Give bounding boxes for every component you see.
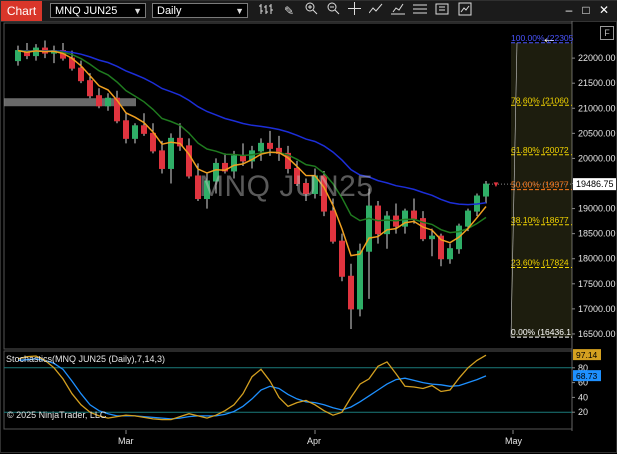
fib-level-label: 78.60% (21060 [511,95,569,105]
stoch-d-value: 68.73 [576,371,598,381]
chart-window: Chart MNQ JUN25 ▼ Daily ▼ ✎ – □ ✕ F 100.… [0,0,617,453]
date-tick-label: Mar [118,436,134,446]
price-tick-label: 17500.00 [578,279,616,289]
candle-body [186,145,192,177]
chart-canvas[interactable]: 100.00% (2230578.60% (2106061.80% (20072… [1,1,617,454]
candle-body [483,183,489,197]
osc-tick-label: 40 [578,392,588,402]
candle-body [366,205,372,252]
osc-tick-label: 20 [578,407,588,417]
candle-body [357,250,363,310]
candle-body [96,95,102,107]
date-tick-label: Apr [307,436,321,446]
candle-body [150,132,156,152]
candle-body [339,240,345,277]
instrument-watermark: MNQ JUN25 [199,170,374,203]
candle-body [15,50,21,62]
fib-handle-arrow-icon[interactable]: ← [541,31,557,47]
fib-level-label: 61.80% (20072 [511,145,569,155]
copyright-text: © 2025 NinjaTrader, LLC [7,410,107,420]
candle-body [429,235,435,240]
price-tick-label: 18000.00 [578,254,616,264]
price-tick-label: 16500.00 [578,329,616,339]
oscillator-title: Stochastics(MNQ JUN25 (Daily),7,14,3) [6,354,166,364]
candle-body [132,125,138,139]
price-tick-label: 20500.00 [578,128,616,138]
ma-mid-line [17,49,487,234]
candle-body [267,142,273,149]
candle-body [258,142,264,152]
candle-body [348,275,354,310]
price-tick-label: 21500.00 [578,78,616,88]
candle-body [141,125,147,134]
stoch-k-value: 97.14 [576,350,598,360]
last-price-arrow-icon: ▼ [492,180,500,189]
candle-body [465,210,471,227]
fib-level-label: 23.60% (17824 [511,258,569,268]
price-tick-label: 21000.00 [578,103,616,113]
price-tick-label: 17000.00 [578,304,616,314]
candle-body [411,210,417,220]
candle-body [159,150,165,169]
price-tick-label: 22000.00 [578,53,616,63]
fib-level-label: 50.00% (19377 [511,180,569,190]
candle-body [78,67,84,82]
candle-body [330,210,336,242]
price-tick-label: 19000.00 [578,204,616,214]
candle-body [123,120,129,139]
date-tick-label: May [505,436,523,446]
last-price-label: 19486.75 [576,179,614,189]
candle-body [105,97,111,107]
price-tick-label: 20000.00 [578,153,616,163]
candle-body [231,155,237,172]
candle-body [447,248,453,260]
price-tick-label: 18500.00 [578,229,616,239]
candle-body [240,155,246,162]
fib-level-label: 0.00% (16436.1 [511,327,571,337]
candle-body [87,80,93,97]
fib-level-label: 38.10% (18677 [511,215,569,225]
